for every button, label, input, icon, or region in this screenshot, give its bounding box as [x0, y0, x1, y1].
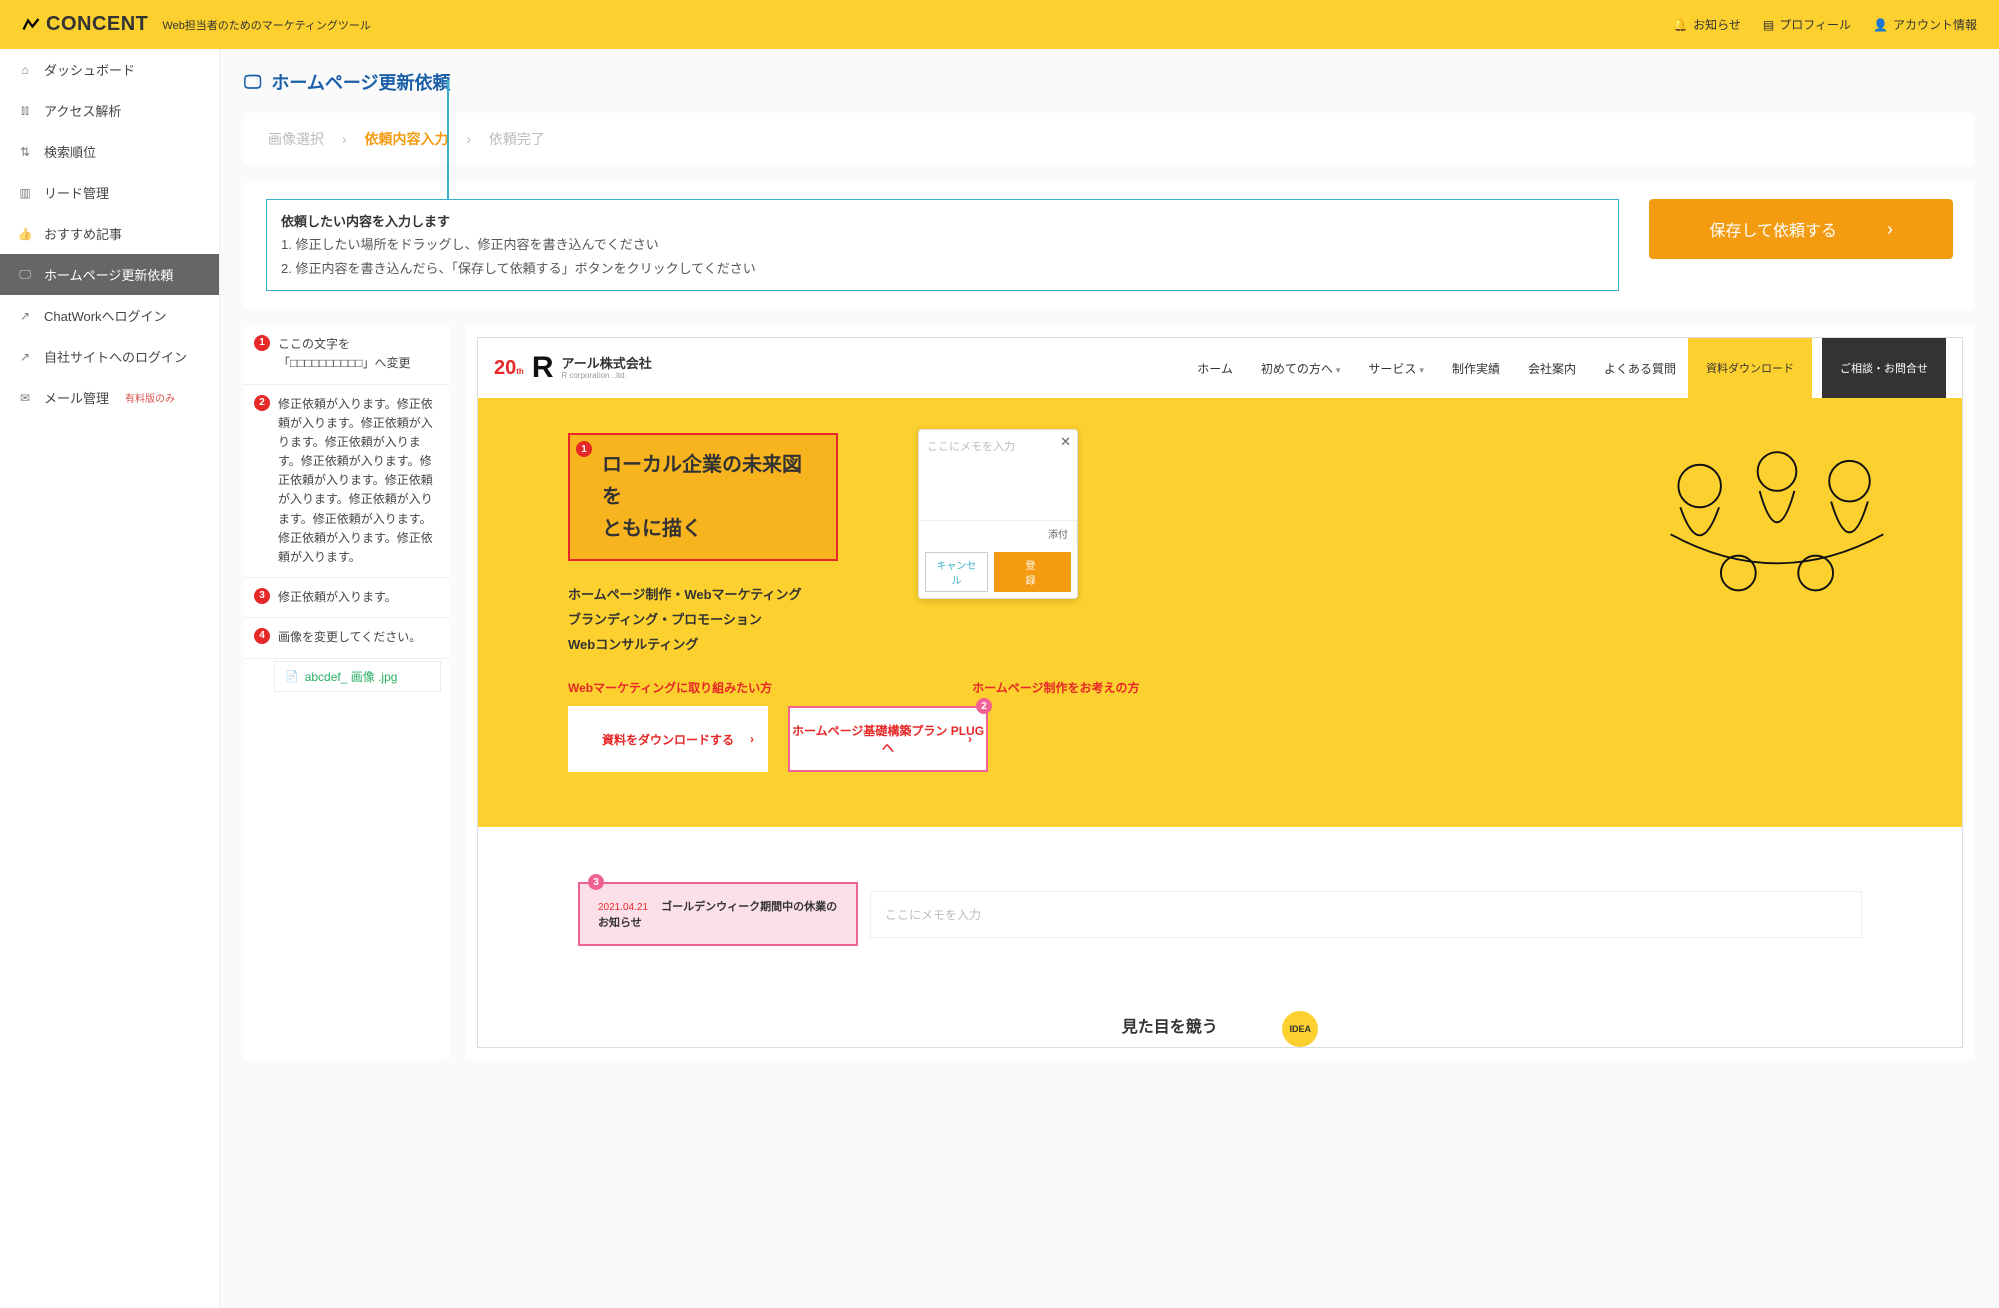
idea-badge-icon: IDEA — [1282, 1011, 1318, 1047]
chevron-right-icon: › — [466, 131, 471, 147]
chevron-right-icon: › — [342, 131, 347, 147]
annotation-text: ここの文字を「□□□□□□□□□□」へ変更 — [278, 335, 437, 373]
annotation-number: 2 — [254, 395, 270, 411]
bc-step-3: 依頼完了 — [489, 131, 545, 147]
monitor-icon: 🖵 — [244, 72, 261, 93]
mail-icon: ✉ — [18, 391, 32, 405]
pv-nav-works[interactable]: 制作実績 — [1450, 360, 1502, 377]
memo-cancel-button[interactable]: キャンセル — [925, 552, 988, 592]
list-icon: ▤ — [1763, 18, 1774, 32]
memo-textarea[interactable]: ここにメモを入力 — [919, 430, 1077, 520]
submit-button[interactable]: 保存して依頼する — [1649, 199, 1953, 259]
instruction-title: 依頼したい内容を入力します — [281, 210, 1604, 233]
sidebar-item-rank[interactable]: ⇅検索順位 — [0, 131, 219, 172]
bc-step-2: 依頼内容入力 — [364, 131, 448, 147]
annotation-number: 2 — [976, 698, 992, 714]
hero-link-2: ホームページ制作をお考えの方 — [972, 679, 1139, 696]
annotation-item[interactable]: 4 画像を変更してください。 — [244, 618, 449, 658]
annotation-number: 3 — [254, 588, 270, 604]
pv-nav-home[interactable]: ホーム — [1195, 360, 1235, 377]
bc-step-1[interactable]: 画像選択 — [268, 131, 324, 147]
annotation-list: 1ここの文字を「□□□□□□□□□□」へ変更 2修正依頼が入ります。修正依頼が入… — [244, 325, 449, 1060]
annotation-number: 1 — [576, 441, 592, 457]
sidebar-item-dashboard[interactable]: ⌂ダッシュボード — [0, 49, 219, 90]
annotation-attachment[interactable]: abcdef_ 画像 .jpg — [274, 661, 441, 692]
account-link[interactable]: 👤アカウント情報 — [1873, 16, 1977, 33]
bell-icon: 🔔 — [1673, 18, 1688, 32]
sidebar-item-update-request[interactable]: 🖵ホームページ更新依頼 — [0, 254, 219, 295]
profile-link[interactable]: ▤プロフィール — [1763, 16, 1851, 33]
r-logo-icon: R — [532, 351, 554, 385]
main-content: 🖵 ホームページ更新依頼 画像選択 › 依頼内容入力 › 依頼完了 依頼したい内… — [220, 49, 1999, 1308]
sidebar-item-articles[interactable]: 👍おすすめ記事 — [0, 213, 219, 254]
logo-icon — [22, 16, 40, 34]
page-title: 🖵 ホームページ更新依頼 — [244, 69, 1975, 95]
hero-download-button[interactable]: 資料をダウンロードする — [568, 706, 768, 772]
preview-footer: 見た目を競う IDEA — [478, 1001, 1962, 1047]
chart-icon: ⫾⫾ — [18, 104, 32, 118]
hero-annotation-1[interactable]: 1 ローカル企業の未来図をともに描く — [568, 433, 838, 561]
updown-icon: ⇅ — [18, 145, 32, 159]
news-date: 2021.04.21 — [598, 902, 648, 913]
tagline: Web担当者のためのマーケティングツール — [162, 17, 371, 33]
book-icon: ▥ — [18, 186, 32, 200]
hero-plug-button[interactable]: ホームページ基礎構築プラン PLUGへ2 — [788, 706, 988, 772]
people-illustration — [1632, 428, 1922, 679]
pv-download-cta[interactable]: 資料ダウンロード — [1688, 338, 1812, 398]
preview-hero: 1 ローカル企業の未来図をともに描く ✕ ここにメモを入力 添付 キャンセル — [478, 398, 1962, 827]
annotation-number: 1 — [254, 335, 270, 351]
app-logo: CONCENT — [22, 13, 148, 36]
annotation-number: 4 — [254, 628, 270, 644]
thumb-icon: 👍 — [18, 227, 32, 241]
external-icon: ↗ — [18, 309, 32, 323]
annotation-item[interactable]: 1 ここの文字を「□□□□□□□□□□」へ変更 — [244, 325, 449, 384]
sidebar-item-analytics[interactable]: ⫾⫾アクセス解析 — [0, 90, 219, 131]
monitor-icon: 🖵 — [18, 268, 32, 282]
external-icon: ↗ — [18, 350, 32, 364]
breadcrumb: 画像選択 › 依頼内容入力 › 依頼完了 — [244, 113, 1975, 165]
sidebar-item-ownsite[interactable]: ↗自社サイトへのログイン — [0, 336, 219, 377]
instruction-box: 依頼したい内容を入力します 1. 修正したい場所をドラッグし、修正内容を書き込ん… — [266, 199, 1619, 291]
logo-text: CONCENT — [46, 13, 148, 36]
pv-nav-service[interactable]: サービス — [1366, 360, 1426, 377]
user-icon: 👤 — [1873, 18, 1888, 32]
pv-contact-cta[interactable]: ご相談・お問合せ — [1822, 338, 1946, 398]
annotation-item[interactable]: 2 修正依頼が入ります。修正依頼が入ります。修正依頼が入ります。修正依頼が入ります… — [244, 385, 449, 579]
annotation-number: 3 — [588, 874, 604, 890]
annotation-item[interactable]: 3 修正依頼が入ります。 — [244, 578, 449, 618]
annotation-text: 画像を変更してください。 — [278, 628, 437, 647]
sidebar-item-lead[interactable]: ▥リード管理 — [0, 172, 219, 213]
close-icon[interactable]: ✕ — [1060, 434, 1071, 450]
sidebar-item-mail[interactable]: ✉メール管理有料版のみ — [0, 377, 219, 418]
home-icon: ⌂ — [18, 63, 32, 77]
pv-nav-company[interactable]: 会社案内 — [1526, 360, 1578, 377]
pv-nav-faq[interactable]: よくある質問 — [1602, 360, 1678, 377]
anniversary-icon: 20th — [494, 357, 524, 380]
memo-save-button[interactable]: 登録 — [994, 552, 1071, 592]
app-header: CONCENT Web担当者のためのマーケティングツール 🔔お知らせ ▤プロフィ… — [0, 0, 1999, 49]
preview-logo: 20th R アール株式会社R corporation ..ltd. — [494, 351, 652, 385]
sidebar-item-chatwork[interactable]: ↗ChatWorkへログイン — [0, 295, 219, 336]
news-memo-input[interactable]: ここにメモを入力 — [870, 891, 1862, 938]
preview-news: 3 2021.04.21 ゴールデンウィーク期間中の休業のお知らせ ここにメモを… — [478, 827, 1962, 1001]
instruction-line-2: 2. 修正内容を書き込んだら、「保存して依頼する」ボタンをクリックしてください — [281, 257, 1604, 280]
hero-link-1: Webマーケティングに取り組みたい方 — [568, 679, 772, 696]
annotation-text: 修正依頼が入ります。修正依頼が入ります。修正依頼が入ります。修正依頼が入ります。… — [278, 395, 437, 568]
sidebar: ⌂ダッシュボード ⫾⫾アクセス解析 ⇅検索順位 ▥リード管理 👍おすすめ記事 🖵… — [0, 49, 220, 1308]
preview-panel: 20th R アール株式会社R corporation ..ltd. ホーム 初… — [465, 325, 1975, 1060]
annotation-text: 修正依頼が入ります。 — [278, 588, 437, 607]
memo-popup: ✕ ここにメモを入力 添付 キャンセル 登録 — [918, 429, 1078, 599]
instruction-line-1: 1. 修正したい場所をドラッグし、修正内容を書き込んでください — [281, 233, 1604, 256]
pv-nav-first[interactable]: 初めての方へ — [1259, 360, 1343, 377]
preview-header: 20th R アール株式会社R corporation ..ltd. ホーム 初… — [478, 338, 1962, 398]
paid-tag: 有料版のみ — [125, 390, 175, 405]
news-annotation-3[interactable]: 3 2021.04.21 ゴールデンウィーク期間中の休業のお知らせ — [578, 882, 858, 946]
memo-attach-button[interactable]: 添付 — [1040, 521, 1077, 546]
notice-link[interactable]: 🔔お知らせ — [1673, 16, 1741, 33]
